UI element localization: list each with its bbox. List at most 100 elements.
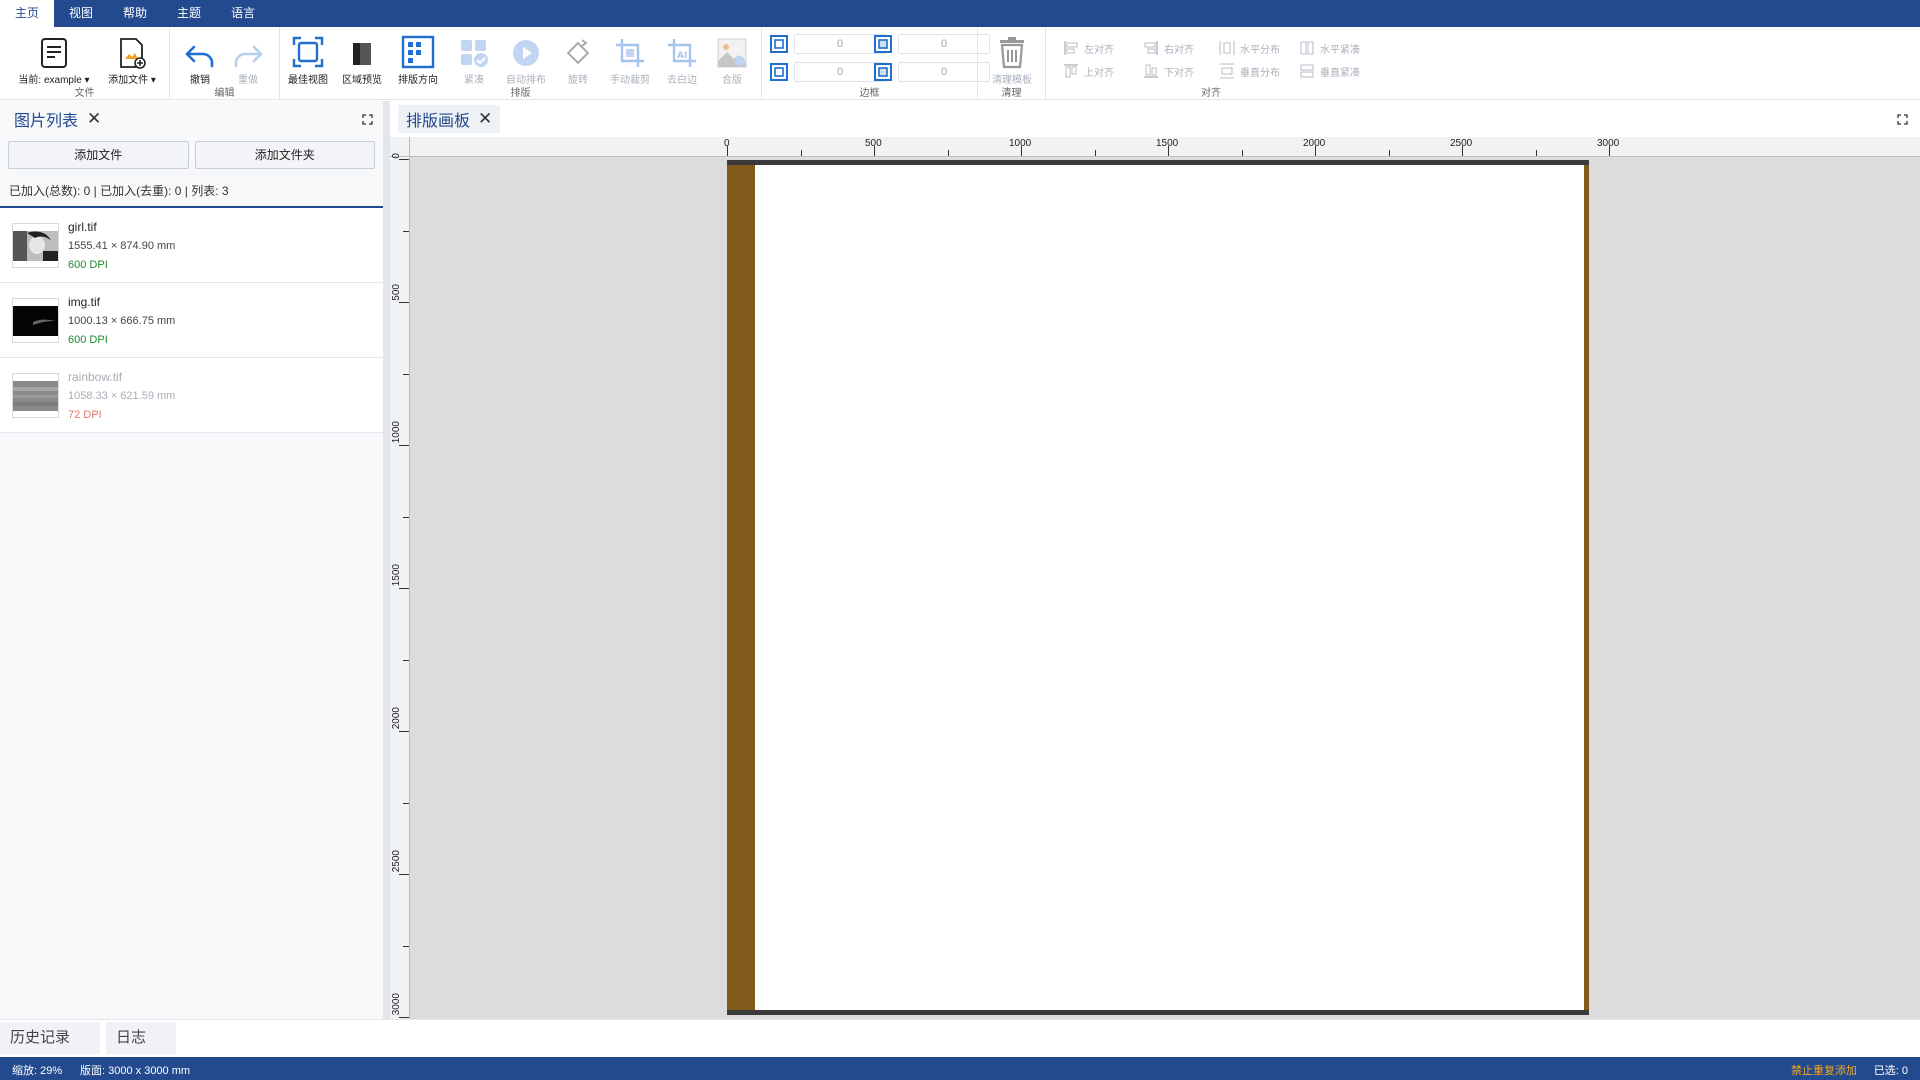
align-left-button[interactable]: 左对齐: [1062, 39, 1114, 57]
align-left-icon: [1064, 41, 1078, 55]
menu-view[interactable]: 视图: [54, 0, 108, 27]
ruler-tick: [399, 159, 409, 160]
menu-home[interactable]: 主页: [0, 0, 55, 27]
trash-icon: [1000, 37, 1024, 69]
margin-group: 0 0 0 0 边框: [762, 27, 990, 100]
margin-top-icon: [770, 35, 788, 53]
align-top-button[interactable]: 上对齐: [1062, 62, 1114, 80]
layout-direction-button[interactable]: 排版方向: [392, 31, 444, 86]
margin-right-input[interactable]: 0: [898, 34, 990, 54]
v-distribute-icon: [1220, 63, 1234, 79]
ruler-tick: [399, 445, 409, 446]
selected-count-status: 已选: 0: [1873, 1065, 1908, 1077]
align-right-button[interactable]: 右对齐: [1142, 39, 1194, 57]
redo-button[interactable]: 重做: [222, 31, 274, 86]
sheet-size-status: 版面: 3000 x 3000 mm: [80, 1065, 191, 1077]
v-compact-icon: [1300, 64, 1314, 78]
menu-help[interactable]: 帮助: [108, 0, 162, 27]
align-right-icon: [1144, 41, 1158, 55]
rotate-button[interactable]: 旋转: [552, 31, 604, 86]
h-compact-icon: [1300, 41, 1314, 55]
list-item[interactable]: girl.tif 1555.41 × 874.90 mm 600 DPI: [0, 208, 383, 283]
panel-splitter[interactable]: [383, 101, 390, 1019]
margin-right-control: 0: [872, 33, 990, 55]
margin-bottom-control: 0: [768, 61, 886, 83]
ribbon-toolbar: 当前: example ▾ 添加文件 ▾ 文件 撤销 重做 编辑 最佳视图 区域…: [0, 27, 1920, 100]
ruler-label: 3000: [391, 993, 402, 1016]
status-bar: 缩放: 29% 版面: 3000 x 3000 mm 禁止重复添加 已选: 0: [0, 1057, 1920, 1080]
ruler-label: 1000: [1009, 138, 1032, 149]
layout-sheet[interactable]: [727, 160, 1589, 1015]
compact-button[interactable]: 紧凑: [448, 31, 500, 86]
add-file-button[interactable]: 添加文件 ▾: [102, 31, 162, 86]
file-name: img.tif: [68, 295, 101, 309]
zoom-status: 缩放: 29%: [12, 1065, 63, 1077]
bottom-tab-bar: 历史记录 日志: [0, 1019, 1920, 1057]
ruler-tick: [399, 302, 409, 303]
ai-crop-icon: AI: [668, 39, 696, 67]
ruler-label: 2500: [391, 850, 402, 873]
ruler-tick: [403, 230, 409, 232]
tab-log[interactable]: 日志: [106, 1022, 176, 1054]
ruler-tick: [403, 659, 409, 661]
image-list-tab[interactable]: 图片列表 ✕: [0, 101, 383, 137]
h-distribute-icon: [1219, 41, 1235, 55]
rotate-icon: [566, 39, 590, 65]
ruler-label: 1500: [391, 564, 402, 587]
h-compact-button[interactable]: 水平紧凑: [1298, 39, 1360, 57]
margin-left-input[interactable]: 0: [898, 62, 990, 82]
ruler-tick: [403, 373, 409, 375]
add-folder-button[interactable]: 添加文件夹: [194, 141, 375, 169]
ruler-tick: [403, 945, 409, 947]
list-item[interactable]: img.tif 1000.13 × 666.75 mm 600 DPI: [0, 283, 383, 358]
ruler-label: 0: [724, 138, 730, 149]
layout-canvas[interactable]: 0 500 1000 1500 2000 2500 3000 0 500 1000 1500 200…: [390, 137, 1920, 1019]
menu-theme[interactable]: 主题: [162, 0, 216, 27]
no-duplicate-status[interactable]: 禁止重复添加: [1791, 1062, 1857, 1078]
add-file-panel-button[interactable]: 添加文件: [8, 141, 189, 169]
align-bottom-icon: [1144, 64, 1158, 78]
undo-icon: [185, 45, 214, 68]
ruler-tick: [399, 874, 409, 875]
list-item[interactable]: rainbow.tif 1058.33 × 621.59 mm 72 DPI: [0, 358, 383, 433]
edit-group-label: 编辑: [214, 88, 235, 99]
layout-group: 最佳视图 区域预览 排版方向 紧凑 自动排布 旋转 手动裁剪 AI 去白边 合版…: [280, 27, 762, 100]
ruler-tick: [1094, 150, 1096, 156]
ruler-tick: [399, 588, 409, 589]
close-icon[interactable]: ✕: [478, 109, 492, 129]
layout-direction-icon: [401, 35, 435, 69]
auto-layout-button[interactable]: 自动排布: [500, 31, 552, 86]
file-name: girl.tif: [68, 220, 97, 234]
file-group-label: 文件: [74, 88, 95, 99]
region-preview-button[interactable]: 区域预览: [336, 31, 388, 86]
add-image-file-icon: [120, 38, 146, 69]
trim-white-button[interactable]: AI 去白边: [656, 31, 708, 86]
right-frame-strip: [1584, 165, 1589, 1010]
v-compact-button[interactable]: 垂直紧凑: [1298, 62, 1360, 80]
canvas-tab[interactable]: 排版画板 ✕: [398, 105, 501, 133]
file-thumbnail: [12, 298, 59, 343]
current-file-button[interactable]: 当前: example ▾: [12, 31, 96, 86]
ruler-label: 3000: [1597, 138, 1620, 149]
ruler-tick: [800, 150, 802, 156]
merge-button[interactable]: 合版: [706, 31, 758, 86]
ruler-label: 1000: [391, 421, 402, 444]
image-list-panel: 图片列表 ✕ 添加文件 添加文件夹 已加入(总数): 0 | 已加入(去重): …: [0, 101, 383, 1019]
best-view-button[interactable]: 最佳视图: [282, 31, 334, 86]
expand-icon[interactable]: [362, 114, 373, 125]
region-preview-icon: [353, 43, 371, 65]
h-distribute-button[interactable]: 水平分布: [1218, 39, 1280, 57]
close-icon[interactable]: ✕: [87, 109, 101, 129]
v-distribute-button[interactable]: 垂直分布: [1218, 62, 1280, 80]
list-stats: 已加入(总数): 0 | 已加入(去重): 0 | 列表: 3: [0, 173, 383, 208]
expand-icon[interactable]: [1897, 114, 1908, 125]
align-bottom-button[interactable]: 下对齐: [1142, 62, 1194, 80]
margin-left-control: 0: [872, 61, 990, 83]
ruler-label: 1500: [1156, 138, 1179, 149]
menu-language[interactable]: 语言: [216, 0, 270, 27]
tab-history[interactable]: 历史记录: [0, 1022, 100, 1054]
clear-template-button[interactable]: 清理模板: [986, 31, 1038, 86]
undo-button[interactable]: 撤销: [174, 31, 226, 86]
manual-crop-button[interactable]: 手动裁剪: [604, 31, 656, 86]
canvas-tab-bar: 排版画板 ✕: [390, 101, 1920, 137]
